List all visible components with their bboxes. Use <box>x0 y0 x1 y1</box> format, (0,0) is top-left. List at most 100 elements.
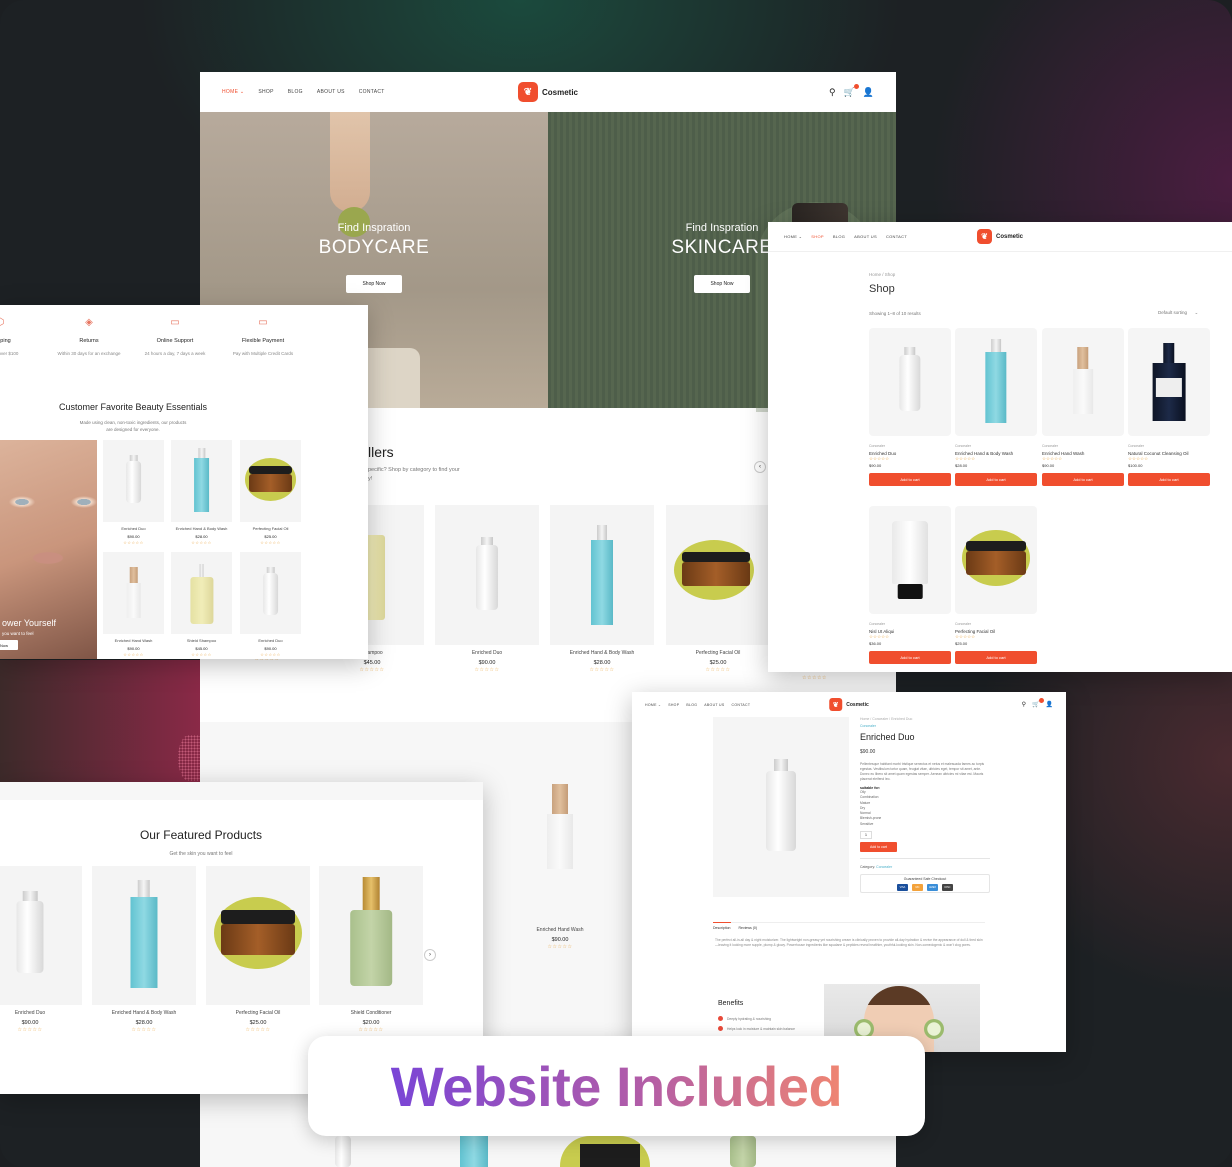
shop-product-card[interactable]: Concealer Natural Coconut Cleansing Oil … <box>1128 328 1210 486</box>
shop-product-card[interactable]: Concealer Enriched Hand & Body Wash ☆☆☆☆… <box>955 328 1037 486</box>
product-card[interactable]: Perfecting Facial Oil $25.00 ☆☆☆☆☆ <box>206 866 310 1033</box>
product-name: Perfecting Facial Oil <box>235 1010 281 1016</box>
nav-about[interactable]: ABOUT US <box>317 89 345 95</box>
nav-contact[interactable]: CONTACT <box>732 703 751 707</box>
carousel-next-button[interactable]: › <box>424 949 436 961</box>
product-card[interactable]: Enriched Hand Wash $90.00 ☆☆☆☆☆ <box>103 552 164 657</box>
quantity-input[interactable]: 1 <box>860 831 872 840</box>
brand-name: Cosmetic <box>846 701 869 708</box>
sort-select[interactable]: Default sorting ⌄ <box>1158 310 1198 316</box>
shop-now-button[interactable]: Shop Now <box>346 274 402 293</box>
breadcrumb[interactable]: Home / Shop <box>869 272 895 277</box>
promo-subtitle: you want to feel <box>2 631 34 636</box>
nav-about[interactable]: ABOUT US <box>704 703 724 707</box>
brand-logo[interactable]: ❦ Cosmetic <box>976 229 1024 244</box>
product-price: $90.00 <box>551 937 569 943</box>
product-card[interactable]: Enriched Hand Wash $90.00 ☆☆☆☆☆ <box>490 752 630 950</box>
nav-shop[interactable]: SHOP <box>258 89 273 95</box>
product-price: $90.00 <box>127 646 140 651</box>
product-card[interactable]: Enriched Duo $90.00 ☆☆☆☆☆ <box>103 440 164 545</box>
product-image[interactable] <box>713 717 849 897</box>
box-icon: ⬡ <box>0 317 45 331</box>
favorites-page-preview: ⬡ Shippingr orders over $100 ◈ ReturnsWi… <box>0 305 368 659</box>
cart-icon[interactable]: 🛒 <box>844 83 859 98</box>
nav-home[interactable]: HOME ⌄ <box>645 703 661 707</box>
add-to-cart-button[interactable]: Add to cart <box>860 842 897 853</box>
nav-blog[interactable]: BLOG <box>833 234 845 239</box>
product-price: $25.00 <box>955 641 968 646</box>
product-name: Perfecting Facial Oil <box>252 526 289 531</box>
product-category[interactable]: Concealer <box>869 444 951 448</box>
rating-stars: ☆☆☆☆☆ <box>358 1027 384 1033</box>
brand-logo[interactable]: ❦ Cosmetic <box>517 82 578 102</box>
product-price: $45.00 <box>195 646 208 651</box>
product-name: Enriched Hand Wash <box>536 927 584 933</box>
tab-reviews[interactable]: Reviews (0) <box>739 926 757 930</box>
product-category[interactable]: Concealer <box>1128 444 1210 448</box>
product-card[interactable]: Shield Conditioner $20.00 ☆☆☆☆☆ <box>319 866 423 1033</box>
promo-heading: ower Yourself <box>2 618 57 628</box>
add-to-cart-button[interactable]: Add to cart <box>955 651 1037 664</box>
product-card[interactable]: Perfecting Facial Oil $25.00 ☆☆☆☆☆ <box>666 505 770 673</box>
suitable-item: Sensitive <box>860 821 874 826</box>
cart-icon[interactable]: 🛒 <box>1032 698 1044 708</box>
category-link[interactable]: Concealer <box>860 724 990 728</box>
brand-logo[interactable]: ❦ Cosmetic <box>829 698 869 711</box>
chat-icon: ▭ <box>170 317 180 328</box>
shop-product-card[interactable]: Concealer Nisl Ut Aliqui ☆☆☆☆☆ $36.00 Ad… <box>869 506 951 664</box>
nav-home[interactable]: HOME ⌄ <box>222 89 244 95</box>
nav-about[interactable]: ABOUT US <box>854 234 877 239</box>
add-to-cart-button[interactable]: Add to cart <box>869 651 951 664</box>
cart-badge <box>853 83 859 89</box>
discover-icon: DISC <box>942 884 953 892</box>
nav-contact[interactable]: CONTACT <box>359 89 385 95</box>
nav-blog[interactable]: BLOG <box>686 703 697 707</box>
product-category[interactable]: Concealer <box>869 622 951 626</box>
carousel-prev-button[interactable]: ‹ <box>754 461 766 473</box>
hero-title: BODYCARE <box>318 236 430 258</box>
promo-button[interactable]: Now <box>0 640 18 650</box>
shop-product-card[interactable]: Concealer Enriched Hand Wash ☆☆☆☆☆ $90.0… <box>1042 328 1124 486</box>
product-card[interactable]: Shield Shampoo $45.00 ☆☆☆☆☆ <box>171 552 232 657</box>
product-price: $28.00 <box>135 1020 153 1026</box>
product-card[interactable]: Enriched Duo $90.00 ☆☆☆☆☆ <box>240 552 301 657</box>
user-icon[interactable]: 👤 <box>863 87 874 98</box>
nav-home[interactable]: HOME ⌄ <box>784 234 802 239</box>
product-card[interactable]: Enriched Hand & Body Wash $28.00 ☆☆☆☆☆ <box>550 505 654 673</box>
product-card[interactable]: Perfecting Facial Oil $25.00 ☆☆☆☆☆ <box>240 440 301 545</box>
best-sellers-subtitle: pecific? Shop by category to find your y! <box>368 467 460 482</box>
product-price: $90.00 <box>860 749 876 755</box>
brand-name: Cosmetic <box>995 233 1024 240</box>
user-icon[interactable]: 👤 <box>1046 701 1053 708</box>
breadcrumb[interactable]: Home / Concealer / Enriched Duo <box>860 717 990 721</box>
rating-stars: ☆☆☆☆☆ <box>1042 456 1063 461</box>
search-icon[interactable]: ⚲ <box>1022 701 1026 708</box>
add-to-cart-button[interactable]: Add to cart <box>1042 473 1124 486</box>
visa-icon: VISA <box>897 884 908 892</box>
nav-blog[interactable]: BLOG <box>288 89 303 95</box>
rating-stars: ☆☆☆☆☆ <box>955 634 976 639</box>
product-category[interactable]: Concealer <box>955 444 1037 448</box>
add-to-cart-button[interactable]: Add to cart <box>869 473 951 486</box>
product-card[interactable]: Enriched Duo $90.00 ☆☆☆☆☆ <box>435 505 539 673</box>
shop-product-card[interactable]: Concealer Enriched Duo ☆☆☆☆☆ $90.00 Add … <box>869 328 951 486</box>
nav-contact[interactable]: CONTACT <box>886 234 907 239</box>
shop-now-button[interactable]: Shop Now <box>694 274 750 293</box>
shop-product-card[interactable]: Concealer Perfecting Facial Oil ☆☆☆☆☆ $2… <box>955 506 1037 664</box>
tab-description[interactable]: Description <box>713 922 731 930</box>
add-to-cart-button[interactable]: Add to cart <box>1128 473 1210 486</box>
nav-shop[interactable]: SHOP <box>811 234 824 239</box>
product-category[interactable]: Concealer <box>1042 444 1124 448</box>
product-card[interactable]: Enriched Hand & Body Wash $28.00 ☆☆☆☆☆ <box>171 440 232 545</box>
decorative-gradient <box>0 660 200 782</box>
rating-stars: ☆☆☆☆☆ <box>869 634 890 639</box>
product-card[interactable]: Enriched Hand & Body Wash $28.00 ☆☆☆☆☆ <box>92 866 196 1033</box>
search-icon[interactable]: ⚲ <box>829 87 836 98</box>
hand-image <box>330 112 370 212</box>
product-card[interactable]: Enriched Duo $90.00 ☆☆☆☆☆ <box>0 866 82 1033</box>
nav-shop[interactable]: SHOP <box>668 703 679 707</box>
product-price: $28.00 <box>955 463 968 468</box>
add-to-cart-button[interactable]: Add to cart <box>955 473 1037 486</box>
product-category[interactable]: Concealer <box>955 622 1037 626</box>
category-link[interactable]: Concealer <box>876 865 892 869</box>
